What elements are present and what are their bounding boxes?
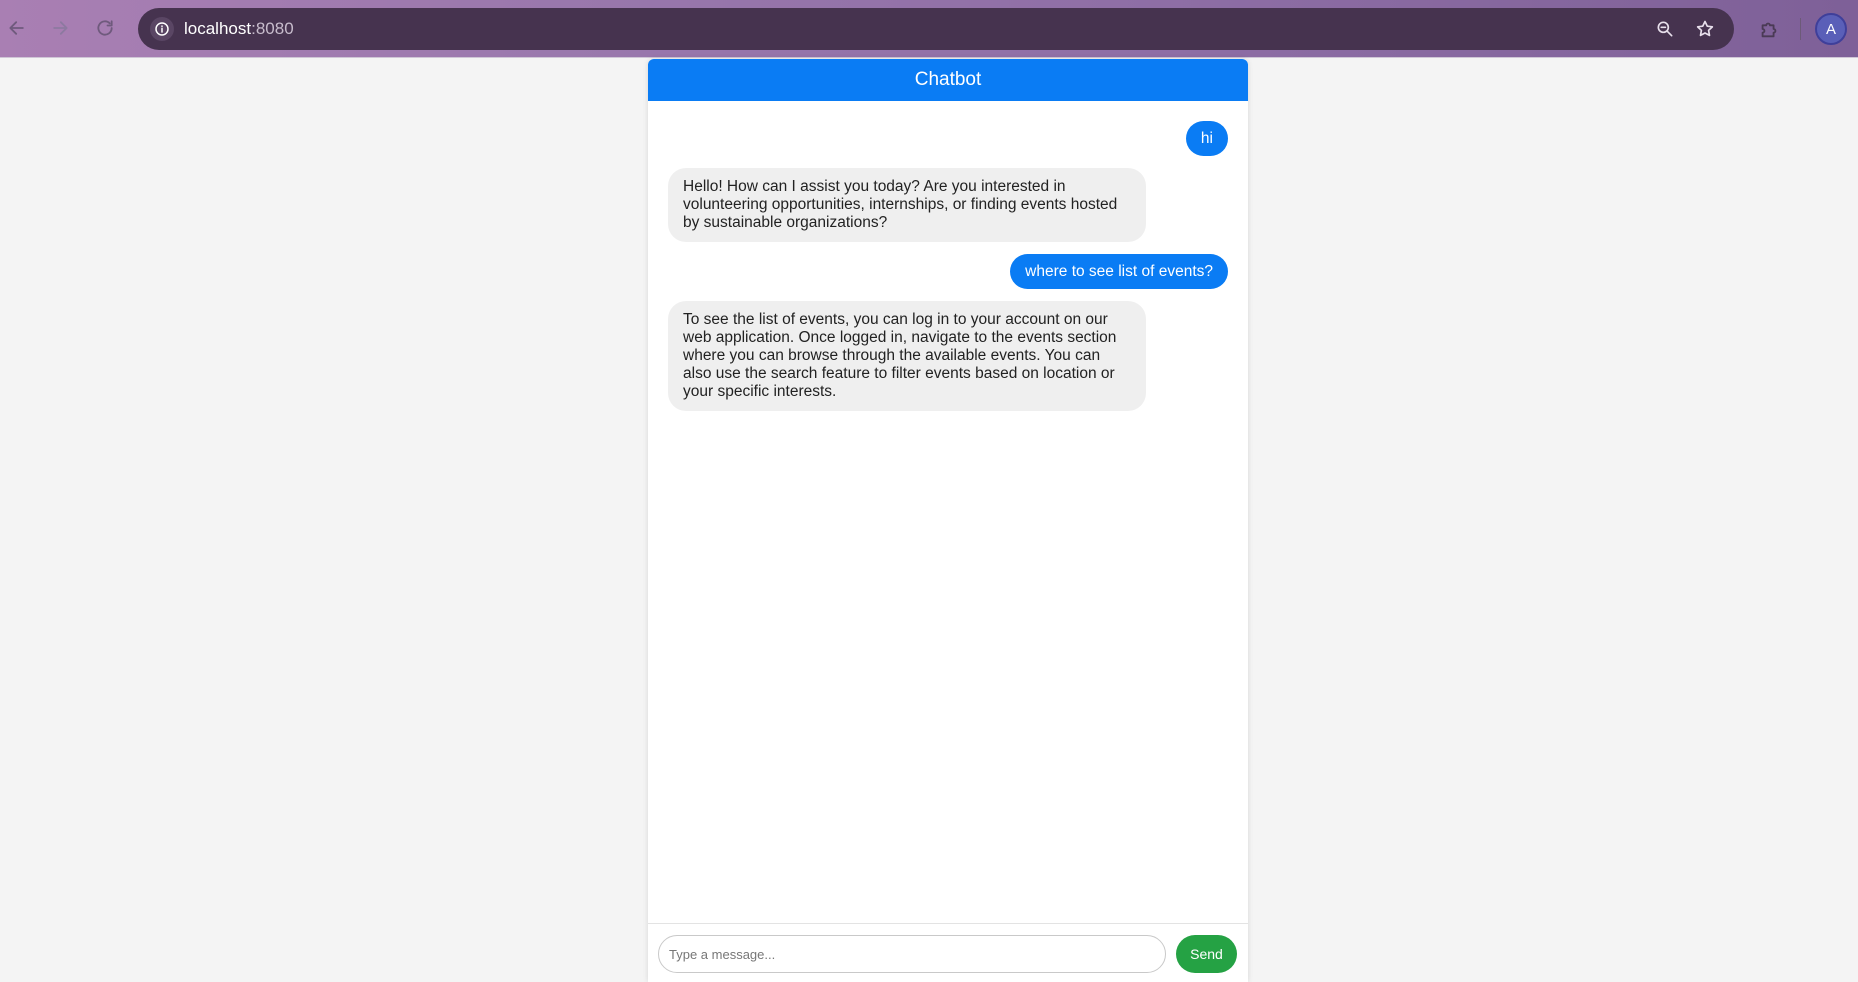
bot-message: To see the list of events, you can log i… — [668, 301, 1146, 411]
chat-window: Chatbot hi Hello! How can I assist you t… — [648, 59, 1248, 982]
zoom-button[interactable] — [1653, 17, 1677, 41]
back-button[interactable] — [2, 13, 32, 43]
forward-button[interactable] — [45, 13, 75, 43]
url-text[interactable]: localhost:8080 — [184, 19, 294, 39]
zoom-icon — [1657, 21, 1673, 37]
toolbar-divider — [1800, 18, 1801, 40]
url-host: localhost — [184, 19, 252, 38]
send-button[interactable]: Send — [1176, 935, 1237, 973]
url-port: :8080 — [251, 19, 294, 38]
user-message: where to see list of events? — [1010, 254, 1228, 289]
puzzle-icon — [1761, 22, 1777, 38]
star-icon — [1696, 20, 1714, 37]
reload-button[interactable] — [90, 13, 120, 43]
reload-icon — [97, 20, 113, 36]
address-bar[interactable]: localhost:8080 — [138, 8, 1734, 50]
profile-avatar[interactable]: A — [1815, 13, 1847, 45]
chat-title: Chatbot — [914, 69, 982, 90]
site-info-button[interactable] — [150, 17, 174, 41]
arrow-right-icon — [53, 21, 68, 35]
browser-toolbar: localhost:8080 A — [0, 0, 1858, 58]
info-icon — [155, 22, 169, 36]
bookmark-button[interactable] — [1693, 17, 1717, 41]
arrow-left-icon — [9, 21, 24, 35]
extensions-button[interactable] — [1755, 15, 1783, 43]
chat-header: Chatbot — [648, 59, 1248, 101]
bot-message: Hello! How can I assist you today? Are y… — [668, 168, 1146, 242]
chat-input-bar: Send — [648, 923, 1248, 982]
message-input[interactable] — [658, 935, 1166, 973]
chat-messages[interactable]: hi Hello! How can I assist you today? Ar… — [648, 101, 1248, 923]
user-message: hi — [1185, 121, 1228, 156]
